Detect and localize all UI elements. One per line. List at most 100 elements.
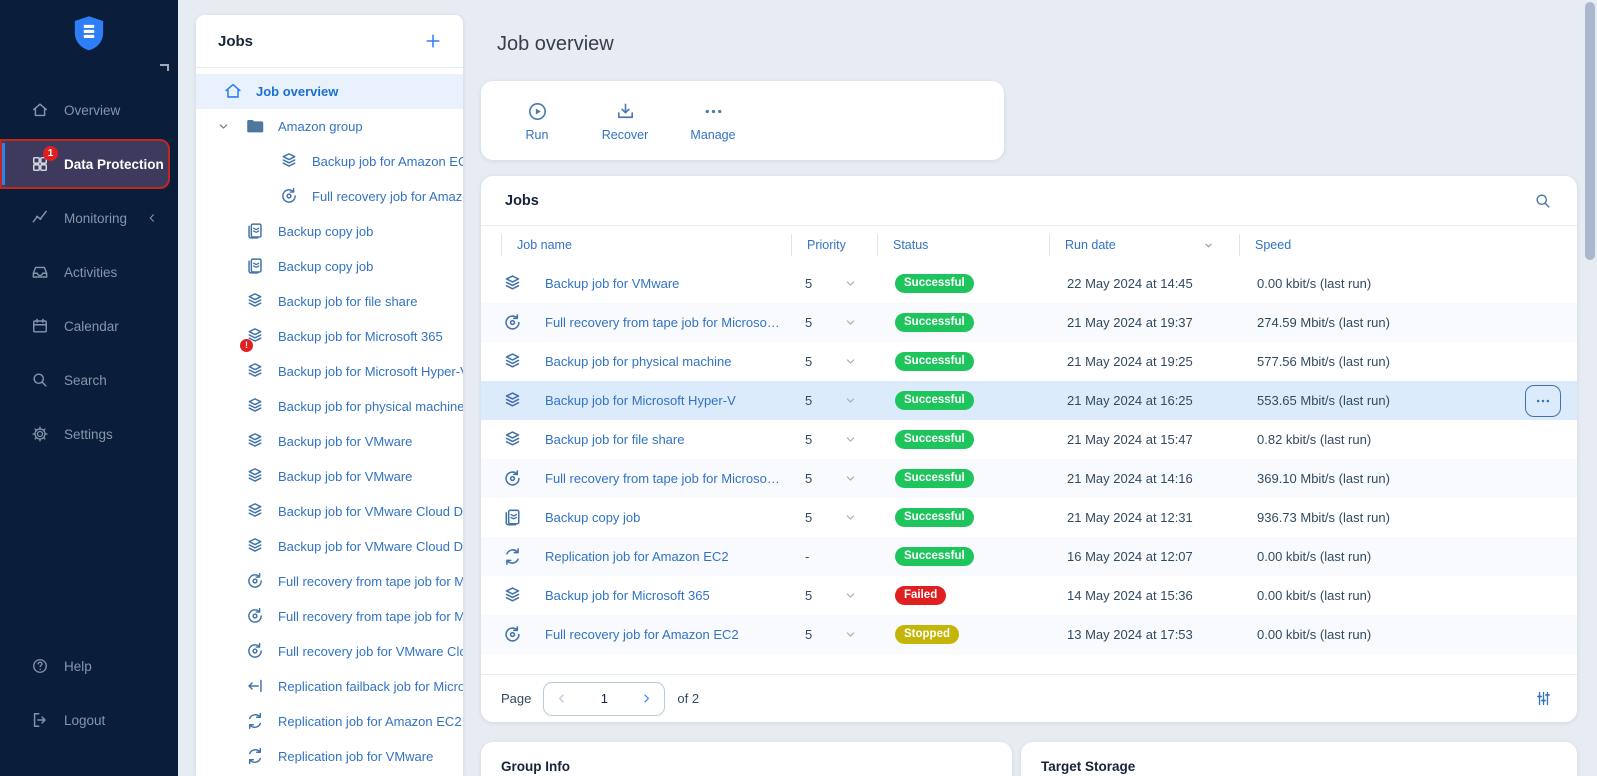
- nav-icon: [30, 208, 50, 228]
- previous-page-icon[interactable]: [554, 691, 569, 706]
- job-type-icon: [244, 640, 268, 664]
- priority-chevron-icon[interactable]: [843, 432, 858, 447]
- job-name-link[interactable]: Backup job for Microsoft 365: [545, 588, 710, 603]
- table-row[interactable]: Backup job for physical machine 5 Succes…: [481, 342, 1577, 381]
- priority-chevron-icon[interactable]: [843, 588, 858, 603]
- tree-item[interactable]: Backup copy job: [196, 249, 463, 284]
- page-title: Job overview: [497, 33, 614, 56]
- tree-item[interactable]: Backup job for Microsoft Hyper-V: [196, 354, 463, 389]
- priority-chevron-icon[interactable]: [843, 276, 858, 291]
- nav-icon: [30, 262, 50, 282]
- job-name-link[interactable]: Full recovery from tape job for Microsof…: [545, 315, 781, 330]
- shield-logo-icon: [72, 12, 106, 56]
- tree-item[interactable]: Replication job for VMware: [196, 739, 463, 774]
- table-row[interactable]: Backup job for Microsoft 365 5 Failed 14…: [481, 576, 1577, 615]
- tree-item[interactable]: Backup job for VMware Cloud Direc: [196, 494, 463, 529]
- job-name-link[interactable]: Full recovery job for Amazon EC2: [545, 627, 739, 642]
- tree-item[interactable]: Backup job for VMware: [196, 459, 463, 494]
- column-header[interactable]: Speed: [1239, 233, 1561, 257]
- priority-chevron-icon[interactable]: [843, 510, 858, 525]
- job-type-icon: [244, 710, 268, 734]
- job-name-link[interactable]: Backup copy job: [545, 510, 640, 525]
- toolbar-button-icon: [702, 100, 725, 123]
- tree-item[interactable]: Backup job for Microsoft 365: [196, 319, 463, 354]
- ellipsis-icon: [1534, 393, 1552, 408]
- table-row[interactable]: Backup job for Microsoft Hyper-V 5 Succe…: [481, 381, 1577, 420]
- priority-chevron-icon[interactable]: [843, 315, 858, 330]
- tree-item[interactable]: Full recovery job for Amazon E: [196, 179, 463, 214]
- job-name-link[interactable]: Backup job for file share: [545, 432, 684, 447]
- chevron-down-icon[interactable]: [216, 119, 231, 134]
- tree-item[interactable]: Job overview: [196, 74, 463, 109]
- column-header[interactable]: Job name: [501, 233, 791, 257]
- sidebar-item[interactable]: Monitoring: [0, 198, 178, 238]
- table-row[interactable]: Backup job for file share 5 Successful 2…: [481, 420, 1577, 459]
- priority-chevron-icon[interactable]: [843, 393, 858, 408]
- priority-chevron-icon[interactable]: [843, 471, 858, 486]
- row-actions-button[interactable]: [1525, 393, 1561, 408]
- tree-item[interactable]: Replication failback job for Microsof: [196, 669, 463, 704]
- column-header[interactable]: Status: [877, 233, 1049, 257]
- table-row[interactable]: Backup copy job 5 Successful 21 May 2024…: [481, 498, 1577, 537]
- job-type-icon: [501, 545, 525, 569]
- tree-item[interactable]: Backup job for Amazon EC2: [196, 144, 463, 179]
- nav-icon: 1: [30, 154, 50, 174]
- vertical-scrollbar[interactable]: [1585, 2, 1595, 260]
- app-logo[interactable]: [72, 12, 106, 56]
- column-settings-button[interactable]: [1534, 689, 1553, 708]
- sidebar-item[interactable]: Search: [0, 360, 178, 400]
- job-name-link[interactable]: Replication job for Amazon EC2: [545, 549, 729, 564]
- job-name-link[interactable]: Backup job for physical machine: [545, 354, 731, 369]
- tree-item[interactable]: Full recovery job for VMware Cloud: [196, 634, 463, 669]
- sidebar-item[interactable]: Logout: [0, 700, 178, 740]
- tree-item[interactable]: Backup job for VMware: [196, 424, 463, 459]
- tree-item[interactable]: Full recovery from tape job for Micr: [196, 599, 463, 634]
- table-row[interactable]: Backup job for VMware 5 Successful 22 Ma…: [481, 264, 1577, 303]
- table-row[interactable]: Full recovery from tape job for Microsof…: [481, 459, 1577, 498]
- status-badge: Failed: [895, 586, 946, 605]
- column-header[interactable]: Priority: [791, 233, 877, 257]
- table-row[interactable]: Full recovery job for Amazon EC2 5 Stopp…: [481, 615, 1577, 654]
- job-type-icon: [244, 465, 268, 489]
- job-name-link[interactable]: Backup job for VMware: [545, 276, 679, 291]
- toolbar-button[interactable]: Recover: [581, 100, 669, 142]
- status-badge: Successful: [895, 547, 974, 566]
- tree-item[interactable]: Backup job for VMware Cloud Direc: [196, 529, 463, 564]
- current-page-value[interactable]: 1: [601, 691, 608, 706]
- jobs-table-rows: Backup job for VMware 5 Successful 22 Ma…: [481, 264, 1577, 654]
- pager-control: 1: [543, 682, 665, 716]
- job-type-icon: [278, 150, 302, 174]
- job-type-icon: [501, 584, 525, 608]
- search-button[interactable]: [1533, 191, 1553, 211]
- tree-item[interactable]: Replication job for Amazon EC2: [196, 704, 463, 739]
- next-page-icon[interactable]: [639, 691, 654, 706]
- sidebar-item[interactable]: 1 Data Protection: [0, 139, 170, 189]
- priority-value: 5: [805, 588, 819, 603]
- collapse-icon[interactable]: [145, 211, 159, 225]
- sidebar-item[interactable]: Activities: [0, 252, 178, 292]
- sidebar-item[interactable]: Overview: [0, 90, 178, 130]
- table-row[interactable]: Replication job for Amazon EC2 - Success…: [481, 537, 1577, 576]
- toolbar-button[interactable]: Run: [493, 100, 581, 142]
- tree-item[interactable]: Backup job for file share: [196, 284, 463, 319]
- priority-value: 5: [805, 354, 819, 369]
- tree-item[interactable]: Backup copy job: [196, 214, 463, 249]
- group-info-title: Group Info: [501, 759, 570, 774]
- job-name-link[interactable]: Full recovery from tape job for Microsof…: [545, 471, 781, 486]
- job-name-link[interactable]: Backup job for Microsoft Hyper-V: [545, 393, 736, 408]
- table-row[interactable]: Full recovery from tape job for Microsof…: [481, 303, 1577, 342]
- tree-item[interactable]: Full recovery from tape job for Micr: [196, 564, 463, 599]
- toolbar-button[interactable]: Manage: [669, 100, 757, 142]
- add-job-button[interactable]: [423, 30, 445, 52]
- sidebar-item[interactable]: Settings: [0, 414, 178, 454]
- sidebar-resize-handle[interactable]: [160, 64, 169, 71]
- priority-chevron-icon[interactable]: [843, 354, 858, 369]
- sort-chevron-icon[interactable]: [1202, 239, 1215, 252]
- tree-item[interactable]: Amazon group: [196, 109, 463, 144]
- column-header[interactable]: Run date: [1049, 233, 1239, 257]
- tree-item[interactable]: Backup job for physical machine: [196, 389, 463, 424]
- priority-chevron-icon[interactable]: [843, 627, 858, 642]
- sidebar-item[interactable]: Help: [0, 646, 178, 686]
- job-type-icon: [244, 675, 268, 699]
- sidebar-item[interactable]: Calendar: [0, 306, 178, 346]
